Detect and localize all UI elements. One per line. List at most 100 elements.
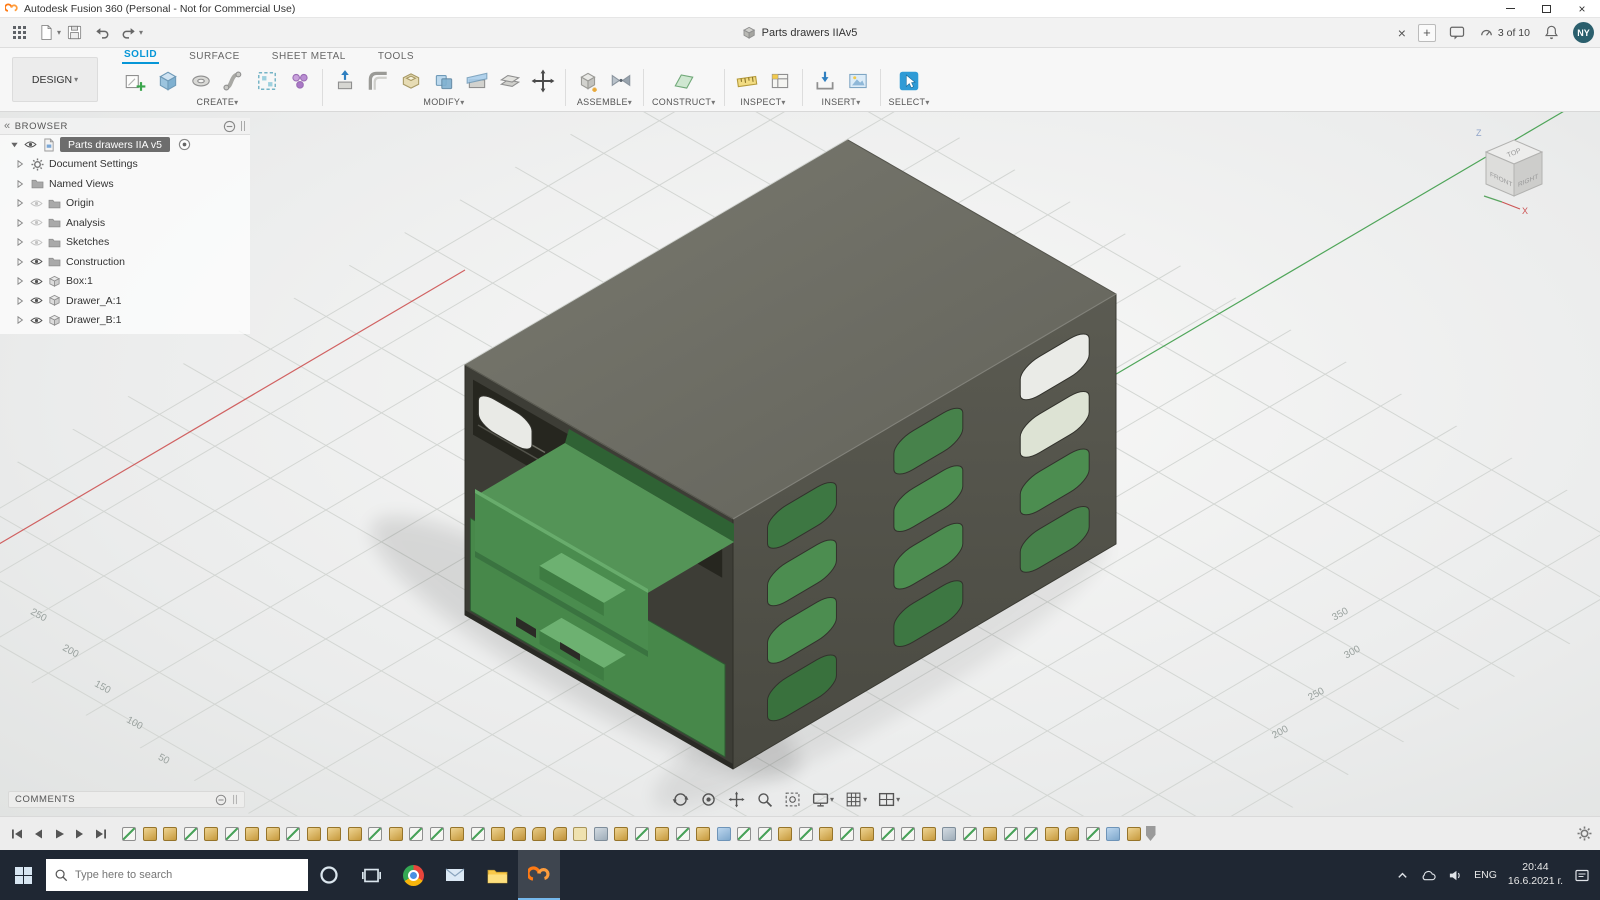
timeline-feature-icon[interactable] bbox=[143, 827, 157, 841]
timeline-feature-icon[interactable] bbox=[430, 827, 444, 841]
minimize-button[interactable] bbox=[1492, 0, 1528, 17]
sweep-button[interactable] bbox=[220, 66, 248, 96]
select-group-label[interactable]: SELECT▾ bbox=[889, 97, 930, 110]
user-avatar[interactable]: NY bbox=[1573, 22, 1594, 43]
activate-radio-icon[interactable] bbox=[178, 138, 191, 151]
timeline-feature-icon[interactable] bbox=[963, 827, 977, 841]
timeline-feature-icon[interactable] bbox=[512, 827, 526, 841]
expand-arrow-icon[interactable] bbox=[14, 198, 26, 208]
notification-bell-icon[interactable] bbox=[1538, 21, 1565, 45]
undo-button[interactable] bbox=[88, 21, 115, 45]
timeline-feature-icon[interactable] bbox=[614, 827, 628, 841]
panel-options-icon[interactable] bbox=[223, 120, 236, 133]
volume-icon[interactable] bbox=[1448, 868, 1463, 883]
timeline-feature-icon[interactable] bbox=[225, 827, 239, 841]
insert-canvas-button[interactable] bbox=[844, 66, 872, 96]
press-pull-button[interactable] bbox=[331, 66, 359, 96]
new-tab-button[interactable]: + bbox=[1418, 24, 1436, 42]
timeline-feature-icon[interactable] bbox=[737, 827, 751, 841]
timeline-feature-icon[interactable] bbox=[1086, 827, 1100, 841]
timeline-feature-icon[interactable] bbox=[881, 827, 895, 841]
browser-root-item[interactable]: Parts drawers IIA v5 bbox=[0, 135, 250, 155]
tab-sheet-metal[interactable]: SHEET METAL bbox=[270, 51, 348, 64]
expand-arrow-icon[interactable] bbox=[14, 315, 26, 325]
clock[interactable]: 20:44 16.6.2021 г. bbox=[1508, 861, 1563, 888]
move-copy-button[interactable] bbox=[529, 66, 557, 96]
timeline-feature-icon[interactable] bbox=[204, 827, 218, 841]
comments-bar[interactable]: COMMENTS bbox=[8, 791, 245, 808]
document-tab[interactable]: Parts drawers IIAv5 bbox=[743, 26, 858, 39]
browser-tree-item[interactable]: Document Settings bbox=[0, 155, 250, 175]
timeline-feature-icon[interactable] bbox=[327, 827, 341, 841]
timeline-feature-icon[interactable] bbox=[901, 827, 915, 841]
section-analysis-button[interactable] bbox=[766, 66, 794, 96]
select-button[interactable] bbox=[895, 66, 923, 96]
fillet-button[interactable] bbox=[364, 66, 392, 96]
timeline-feature-icon[interactable] bbox=[471, 827, 485, 841]
insert-group-label[interactable]: INSERT▾ bbox=[822, 97, 861, 110]
timeline-feature-icon[interactable] bbox=[1127, 827, 1141, 841]
expand-arrow-icon[interactable] bbox=[14, 218, 26, 228]
display-settings-button[interactable]: ▾ bbox=[810, 789, 836, 810]
timeline-go-to-start-button[interactable] bbox=[8, 825, 26, 843]
zoom-button[interactable] bbox=[754, 789, 775, 810]
extrude-button[interactable] bbox=[154, 66, 182, 96]
inspect-group-label[interactable]: INSPECT▾ bbox=[740, 97, 785, 110]
timeline-feature-icon[interactable] bbox=[245, 827, 259, 841]
browser-tree-item[interactable]: Origin bbox=[0, 194, 250, 214]
timeline-feature-icon[interactable] bbox=[860, 827, 874, 841]
shell-button[interactable] bbox=[397, 66, 425, 96]
language-indicator[interactable]: ENG bbox=[1474, 869, 1497, 881]
timeline-feature-icon[interactable] bbox=[983, 827, 997, 841]
timeline-feature-icon[interactable] bbox=[389, 827, 403, 841]
tab-tools[interactable]: TOOLS bbox=[376, 51, 416, 64]
revolve-button[interactable] bbox=[187, 66, 215, 96]
pan-button[interactable] bbox=[726, 789, 747, 810]
timeline-step-forward-button[interactable] bbox=[71, 825, 89, 843]
expand-arrow-icon[interactable] bbox=[14, 237, 26, 247]
modify-group-label[interactable]: MODIFY▾ bbox=[423, 97, 464, 110]
insert-derive-button[interactable] bbox=[811, 66, 839, 96]
timeline-feature-icon[interactable] bbox=[491, 827, 505, 841]
visibility-eye-icon[interactable] bbox=[30, 238, 43, 247]
job-status[interactable]: 3 of 10 bbox=[1479, 25, 1530, 40]
model-viewport[interactable]: 25020015010050 350300250200 « BROWSER Pa… bbox=[0, 112, 1600, 816]
comment-bubble-icon[interactable] bbox=[1444, 21, 1471, 45]
browser-tree-item[interactable]: Analysis bbox=[0, 213, 250, 233]
offset-face-button[interactable] bbox=[496, 66, 524, 96]
timeline-feature-icon[interactable] bbox=[799, 827, 813, 841]
chrome-icon[interactable] bbox=[392, 850, 434, 900]
visibility-eye-icon[interactable] bbox=[30, 199, 43, 208]
timeline-feature-icon[interactable] bbox=[1004, 827, 1018, 841]
timeline-feature-icon[interactable] bbox=[307, 827, 321, 841]
cortana-button[interactable] bbox=[308, 850, 350, 900]
measure-button[interactable] bbox=[733, 66, 761, 96]
timeline-feature-icon[interactable] bbox=[778, 827, 792, 841]
timeline-step-back-button[interactable] bbox=[29, 825, 47, 843]
fusion360-taskbar-icon[interactable] bbox=[518, 850, 560, 900]
search-input[interactable] bbox=[75, 869, 300, 881]
timeline-feature-icon[interactable] bbox=[1024, 827, 1038, 841]
timeline-feature-icon[interactable] bbox=[635, 827, 649, 841]
visibility-eye-icon[interactable] bbox=[24, 140, 37, 149]
construction-plane-button[interactable] bbox=[670, 66, 698, 96]
file-menu-button[interactable] bbox=[33, 21, 60, 45]
timeline-play-button[interactable] bbox=[50, 825, 68, 843]
mail-icon[interactable] bbox=[434, 850, 476, 900]
timeline-feature-icon[interactable] bbox=[942, 827, 956, 841]
timeline-feature-icon[interactable] bbox=[840, 827, 854, 841]
timeline-feature-icon[interactable] bbox=[1045, 827, 1059, 841]
timeline-feature-icon[interactable] bbox=[266, 827, 280, 841]
timeline-feature-icon[interactable] bbox=[1106, 827, 1120, 841]
combine-button[interactable] bbox=[430, 66, 458, 96]
grid-settings-button[interactable]: ▾ bbox=[843, 789, 869, 810]
timeline-feature-icon[interactable] bbox=[594, 827, 608, 841]
timeline-position-marker[interactable] bbox=[1146, 826, 1156, 841]
file-explorer-icon[interactable] bbox=[476, 850, 518, 900]
timeline-feature-icon[interactable] bbox=[184, 827, 198, 841]
action-center-icon[interactable] bbox=[1574, 868, 1590, 883]
timeline-feature-icon[interactable] bbox=[553, 827, 567, 841]
timeline-feature-icon[interactable] bbox=[758, 827, 772, 841]
orbit-button[interactable] bbox=[670, 789, 691, 810]
browser-tree-item[interactable]: Construction bbox=[0, 252, 250, 272]
